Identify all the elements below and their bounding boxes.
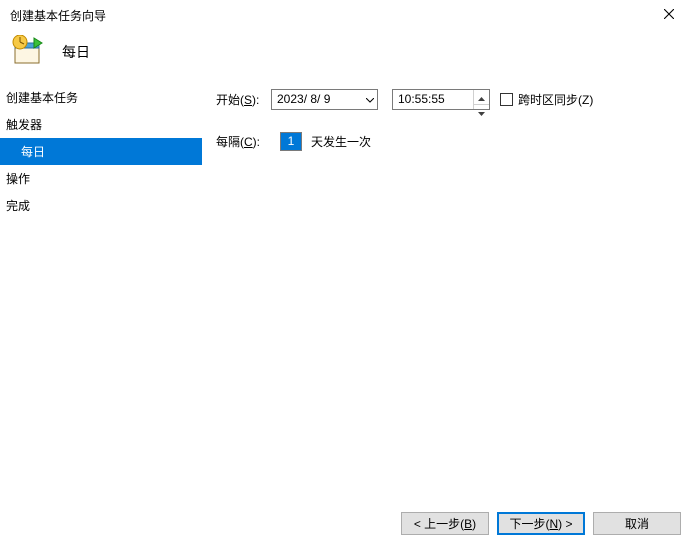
start-row: 开始(S): 2023/ 8/ 9 10:55:55 bbox=[216, 86, 681, 112]
chevron-down-icon bbox=[366, 92, 374, 106]
sidebar-item[interactable]: 创建基本任务 bbox=[0, 84, 202, 111]
sidebar-item[interactable]: 触发器 bbox=[0, 111, 202, 138]
wizard-sidebar: 创建基本任务触发器每日操作完成 bbox=[0, 74, 202, 489]
sidebar-item-label: 操作 bbox=[6, 172, 30, 186]
wizard-content: 开始(S): 2023/ 8/ 9 10:55:55 bbox=[202, 74, 695, 489]
checkbox-box-icon bbox=[500, 93, 513, 106]
sidebar-item[interactable]: 操作 bbox=[0, 165, 202, 192]
wizard-footer: < 上一步(B) 下一步(N) > 取消 bbox=[401, 512, 681, 535]
page-title: 每日 bbox=[62, 42, 90, 62]
wizard-header: 每日 bbox=[0, 30, 695, 74]
sidebar-item[interactable]: 完成 bbox=[0, 192, 202, 219]
spinner-buttons bbox=[473, 90, 489, 109]
start-time-value: 10:55:55 bbox=[398, 92, 445, 106]
back-button[interactable]: < 上一步(B) bbox=[401, 512, 489, 535]
interval-suffix: 天发生一次 bbox=[311, 133, 371, 150]
interval-label: 每隔(C): bbox=[216, 133, 271, 150]
title-bar: 创建基本任务向导 bbox=[0, 0, 695, 30]
next-button[interactable]: 下一步(N) > bbox=[497, 512, 585, 535]
tz-sync-checkbox[interactable]: 跨时区同步(Z) bbox=[500, 91, 593, 108]
tz-sync-label: 跨时区同步(Z) bbox=[518, 91, 593, 108]
start-label: 开始(S): bbox=[216, 91, 271, 108]
window-title: 创建基本任务向导 bbox=[6, 7, 649, 24]
spinner-up-button[interactable] bbox=[474, 90, 489, 105]
triangle-down-icon bbox=[478, 105, 485, 119]
triangle-up-icon bbox=[478, 90, 485, 104]
start-date-value: 2023/ 8/ 9 bbox=[277, 92, 330, 106]
sidebar-item-label: 完成 bbox=[6, 199, 30, 213]
close-button[interactable] bbox=[649, 0, 689, 30]
sidebar-item[interactable]: 每日 bbox=[0, 138, 202, 165]
sidebar-item-label: 触发器 bbox=[6, 118, 42, 132]
schedule-icon bbox=[12, 35, 44, 70]
wizard-body: 创建基本任务触发器每日操作完成 开始(S): 2023/ 8/ 9 10:55:… bbox=[0, 74, 695, 489]
start-date-picker[interactable]: 2023/ 8/ 9 bbox=[271, 89, 378, 110]
cancel-button[interactable]: 取消 bbox=[593, 512, 681, 535]
interval-value: 1 bbox=[281, 133, 301, 150]
sidebar-item-label: 每日 bbox=[21, 145, 45, 159]
close-icon bbox=[664, 8, 674, 22]
interval-row: 每隔(C): 1 天发生一次 bbox=[216, 128, 681, 154]
start-time-spinner[interactable]: 10:55:55 bbox=[392, 89, 490, 110]
sidebar-item-label: 创建基本任务 bbox=[6, 91, 78, 105]
interval-input[interactable]: 1 bbox=[280, 132, 302, 151]
spinner-down-button[interactable] bbox=[474, 105, 489, 119]
